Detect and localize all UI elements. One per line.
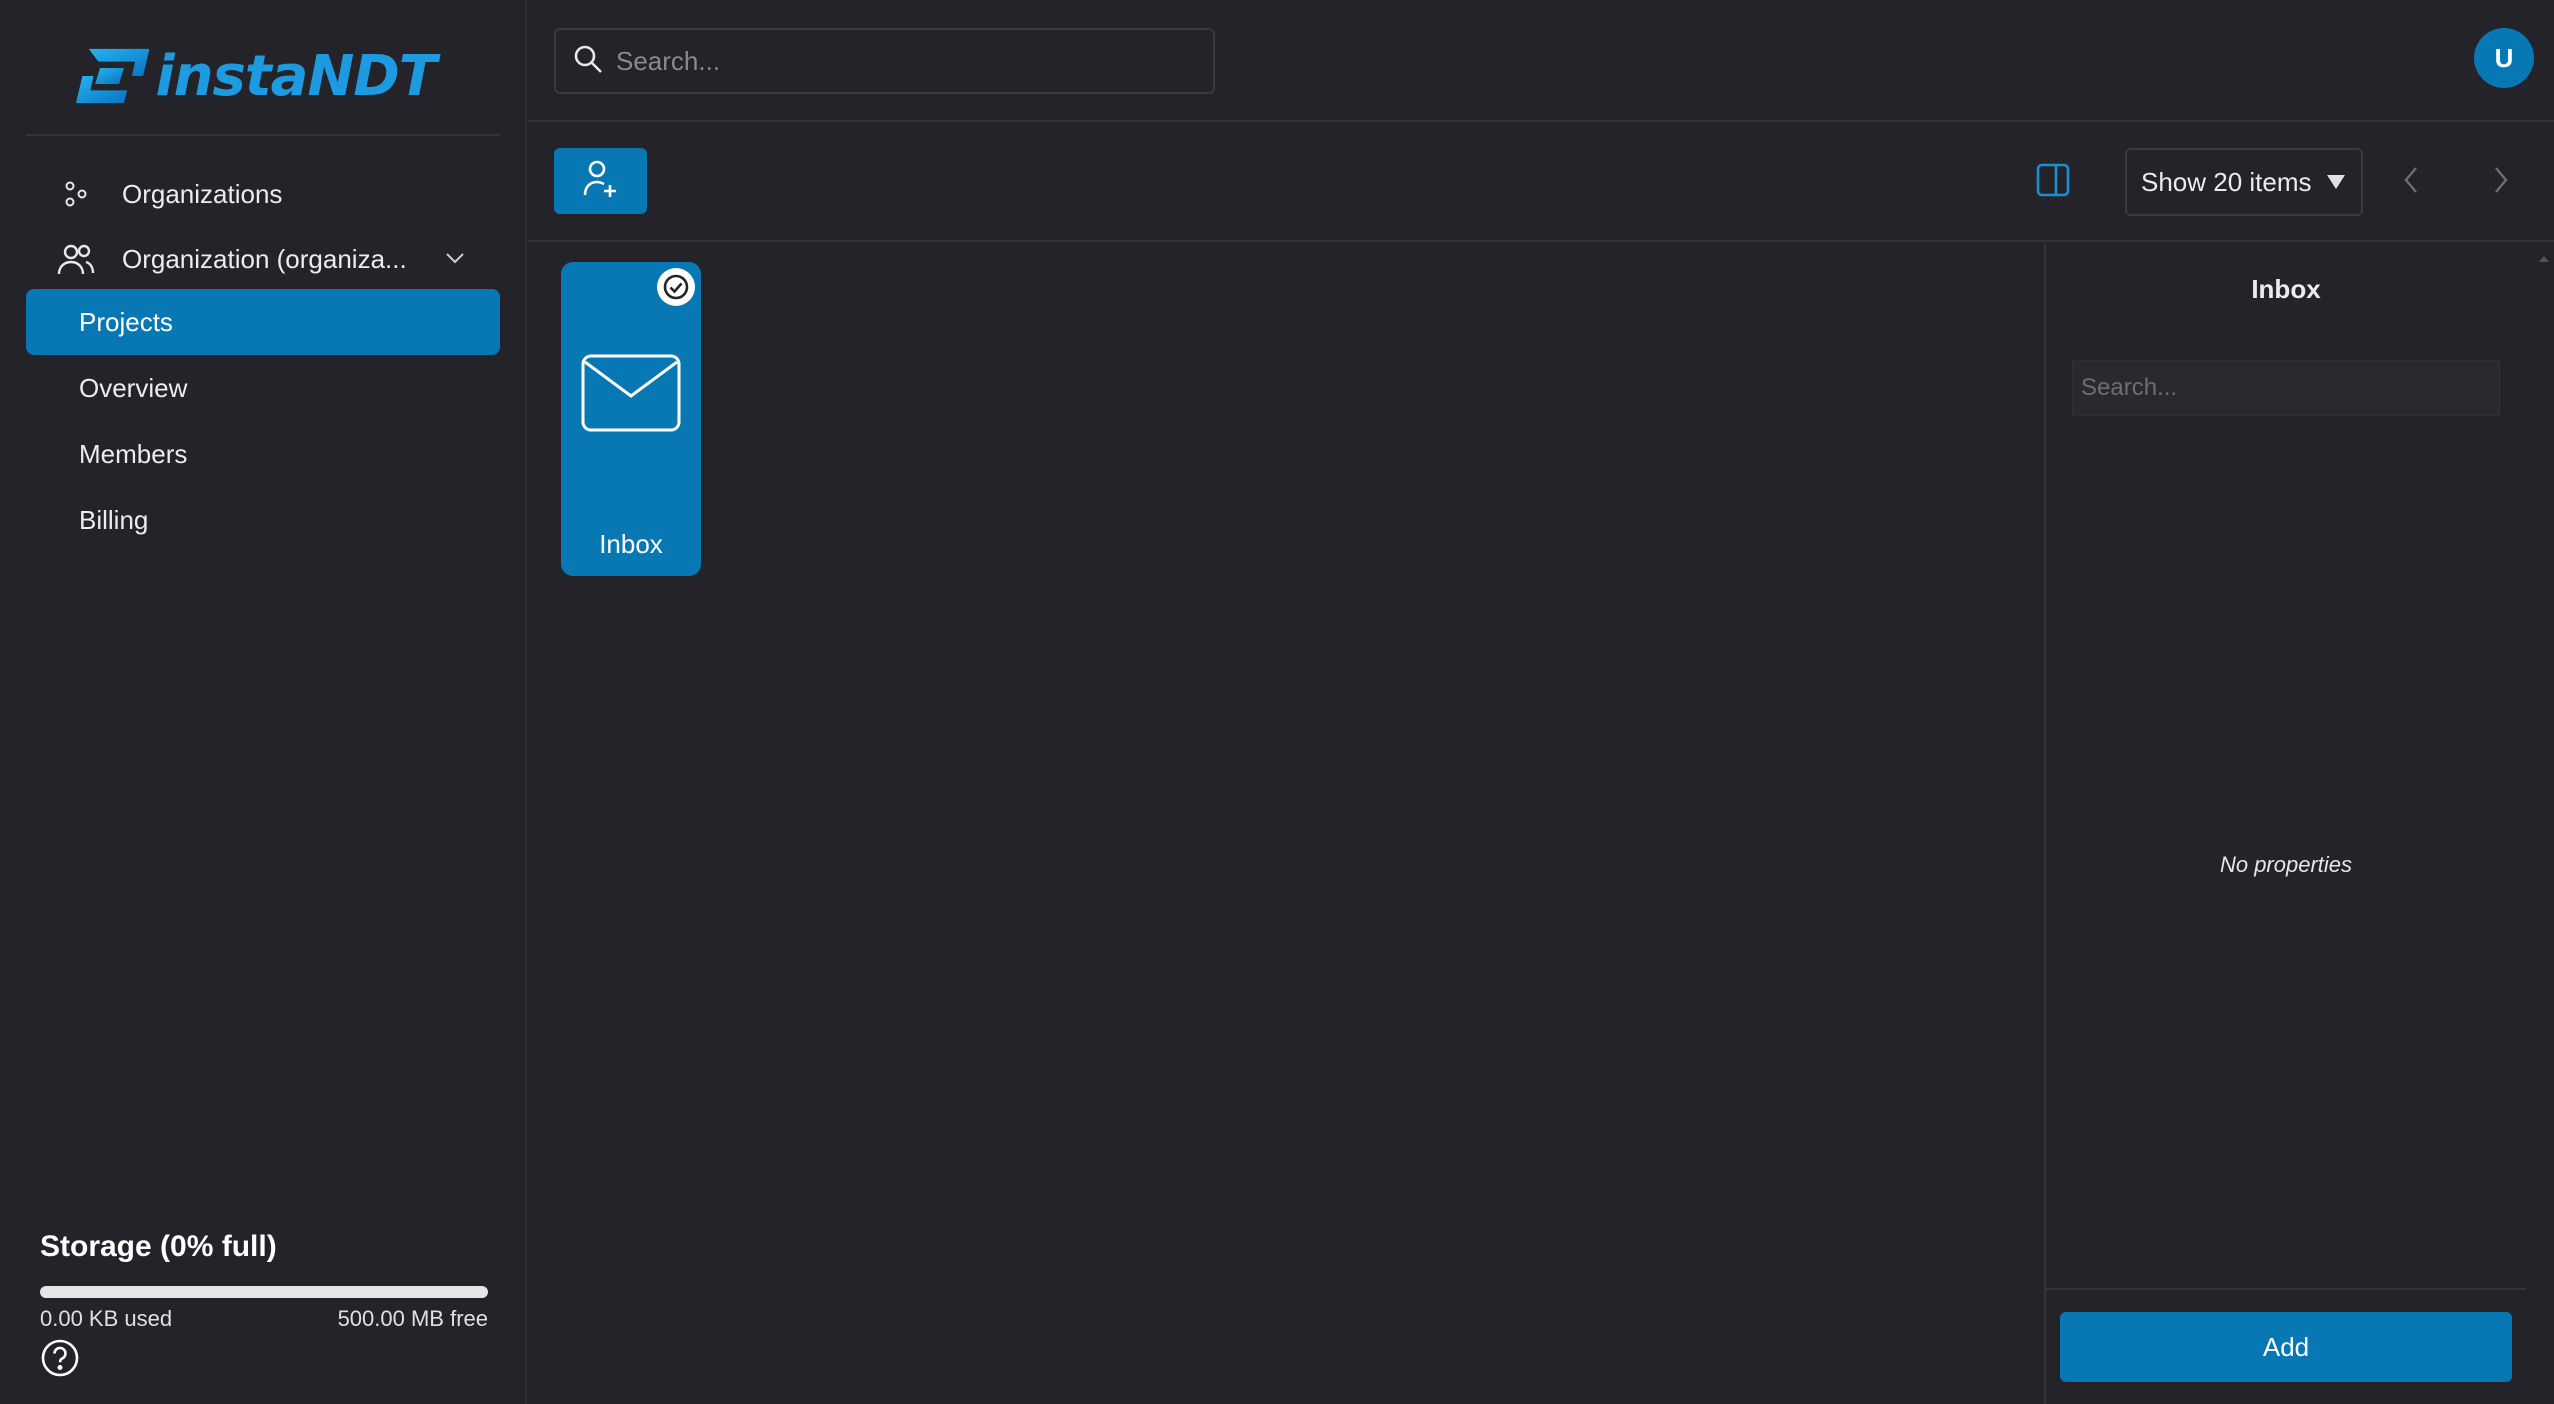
organizations-icon bbox=[56, 174, 96, 214]
folder-label: Inbox bbox=[599, 529, 663, 559]
sidebar-item-label: Billing bbox=[79, 504, 149, 535]
properties-title: Inbox bbox=[2251, 274, 2321, 304]
sidebar-item-organization[interactable]: Organization (organiza... bbox=[26, 227, 500, 291]
mail-icon bbox=[581, 354, 681, 437]
help-icon[interactable] bbox=[40, 1338, 80, 1383]
toolbar: Show 20 items bbox=[529, 124, 2554, 242]
sidebar: instaNDT Organizations Organization (org… bbox=[0, 0, 527, 1404]
storage-progress-bar bbox=[40, 1286, 488, 1298]
storage-title: Storage (0% full) bbox=[40, 1230, 277, 1263]
page-size-select[interactable]: Show 20 items bbox=[2125, 148, 2363, 216]
sidebar-item-label: Organizations bbox=[122, 178, 283, 209]
search-input[interactable] bbox=[616, 45, 1176, 77]
scrollbar[interactable] bbox=[2530, 244, 2554, 1404]
project-grid: Inbox bbox=[529, 244, 2044, 1404]
panel-toggle-icon[interactable] bbox=[2035, 162, 2071, 203]
properties-search-input[interactable] bbox=[2072, 360, 2500, 416]
properties-footer-divider bbox=[2046, 1288, 2526, 1290]
sidebar-item-label: Organization (organiza... bbox=[122, 243, 407, 274]
sidebar-item-organizations[interactable]: Organizations bbox=[26, 162, 500, 226]
brand-mark-icon bbox=[76, 48, 150, 104]
sidebar-item-members[interactable]: Members bbox=[26, 422, 500, 486]
global-search[interactable] bbox=[554, 28, 1215, 94]
sidebar-divider bbox=[26, 134, 500, 136]
empty-properties-message: No properties bbox=[2219, 852, 2353, 877]
next-page-button[interactable] bbox=[2491, 164, 2511, 201]
chevron-left-icon bbox=[2401, 167, 2421, 200]
previous-page-button[interactable] bbox=[2401, 164, 2421, 201]
sidebar-item-label: Projects bbox=[79, 306, 173, 337]
chevron-down-icon[interactable] bbox=[444, 245, 466, 276]
brand-logo[interactable]: instaNDT bbox=[76, 40, 437, 112]
add-property-button[interactable]: Add bbox=[2060, 1312, 2512, 1382]
selected-check-icon[interactable] bbox=[657, 268, 695, 306]
chevron-right-icon bbox=[2491, 167, 2511, 200]
app-root: instaNDT Organizations Organization (org… bbox=[0, 0, 2554, 1404]
sidebar-item-overview[interactable]: Overview bbox=[26, 356, 500, 420]
caret-down-icon bbox=[2326, 167, 2346, 198]
sidebar-item-label: Overview bbox=[79, 372, 188, 403]
sidebar-item-projects[interactable]: Projects bbox=[26, 289, 500, 355]
users-icon bbox=[56, 239, 96, 279]
search-icon bbox=[572, 43, 604, 80]
folder-tile-inbox[interactable]: Inbox bbox=[561, 262, 701, 576]
brand-name: instaNDT bbox=[155, 43, 437, 109]
top-bar: U bbox=[529, 0, 2554, 122]
storage-free: 500.00 MB free bbox=[337, 1306, 488, 1331]
storage-summary: Storage (0% full) 0.00 KB used 500.00 MB… bbox=[40, 1230, 488, 1332]
sidebar-item-label: Members bbox=[79, 438, 188, 469]
sidebar-item-billing[interactable]: Billing bbox=[26, 488, 500, 552]
scroll-up-icon[interactable] bbox=[2538, 250, 2550, 268]
add-user-button[interactable] bbox=[554, 148, 647, 214]
page-size-label: Show 20 items bbox=[2141, 166, 2312, 197]
add-user-icon bbox=[583, 159, 619, 204]
properties-panel: Inbox No properties Add bbox=[2044, 244, 2526, 1404]
avatar[interactable]: U bbox=[2474, 28, 2534, 88]
storage-used: 0.00 KB used bbox=[40, 1306, 173, 1331]
